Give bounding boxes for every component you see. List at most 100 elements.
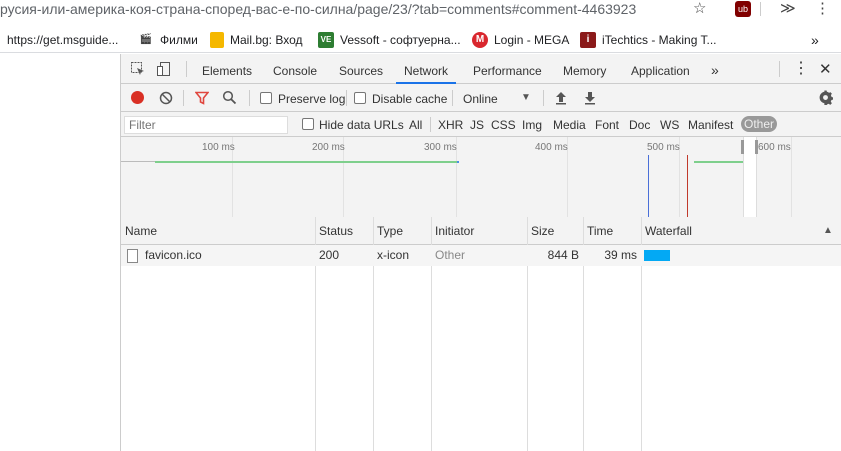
tab-sources[interactable]: Sources <box>339 54 383 84</box>
bookmark-label: https://get.msguide... <box>7 33 119 47</box>
bookmark-label: Login - MEGA <box>494 33 570 47</box>
mailbg-icon <box>210 32 224 48</box>
bookmark-label: Филми <box>160 33 198 47</box>
ublock-icon[interactable]: ub <box>735 1 751 17</box>
column-line <box>315 245 316 451</box>
waterfall-bar[interactable] <box>644 250 670 261</box>
overflow-label: » <box>811 32 819 48</box>
filter-type-doc[interactable]: Doc <box>629 118 650 132</box>
request-name[interactable]: favicon.ico <box>145 245 202 266</box>
mega-icon: M <box>472 32 488 48</box>
filter-icon[interactable] <box>194 91 210 108</box>
filter-input[interactable] <box>124 116 288 134</box>
customize-menu-icon[interactable]: ⋮ <box>793 54 809 84</box>
bookmark-itechtics[interactable]: i iTechtics - Making T... <box>580 31 716 49</box>
column-type[interactable]: Type <box>373 217 403 245</box>
selection-handle-right[interactable] <box>755 140 758 154</box>
bookmark-label: iTechtics - Making T... <box>602 33 717 47</box>
grid-icon: ⁞ <box>0 32 4 48</box>
clear-icon[interactable] <box>159 91 173 108</box>
column-line <box>431 245 432 451</box>
inspect-element-icon[interactable] <box>130 61 146 77</box>
tick-label: 100 ms <box>202 142 235 153</box>
address-bar[interactable]: русия-или-америка-коя-страна-според-вас-… <box>0 0 841 24</box>
export-har-icon[interactable] <box>584 91 596 108</box>
tab-network[interactable]: Network <box>396 54 457 84</box>
tab-application[interactable]: Application <box>631 54 690 84</box>
menu-icon[interactable]: ⋮ <box>815 0 830 18</box>
filter-type-js[interactable]: JS <box>470 118 484 132</box>
filter-type-other[interactable]: Other <box>741 116 778 132</box>
filter-type-img[interactable]: Img <box>522 118 542 132</box>
throttling-select[interactable]: Online <box>463 92 498 106</box>
preserve-log-checkbox[interactable] <box>260 92 272 104</box>
column-status[interactable]: Status <box>315 217 353 245</box>
url-text[interactable]: русия-или-америка-коя-страна-според-вас-… <box>0 0 636 18</box>
requests-table-body: favicon.ico 200 x-icon Other 844 B 39 ms <box>121 245 841 451</box>
import-har-icon[interactable] <box>555 91 567 108</box>
tick-label: 200 ms <box>312 142 345 153</box>
device-toolbar-icon[interactable] <box>156 61 172 77</box>
filter-type-media[interactable]: Media <box>553 118 586 132</box>
overview-line-download-2 <box>694 161 744 163</box>
sort-ascending-icon[interactable]: ▲ <box>819 217 833 245</box>
hide-data-urls-label[interactable]: Hide data URLs <box>319 118 404 132</box>
overview-line-queue <box>121 161 155 162</box>
tab-performance[interactable]: Performance <box>473 54 542 84</box>
hide-data-urls-checkbox[interactable] <box>302 118 314 130</box>
filter-type-all[interactable]: All <box>409 118 422 132</box>
close-devtools-icon[interactable]: ✕ <box>819 54 832 84</box>
star-icon[interactable]: ☆ <box>693 0 706 18</box>
bookmarks-bar: ⁞ https://get.msguide... 🎬 Филми Mail.bg… <box>0 27 841 53</box>
bookmark-msguide[interactable]: ⁞ https://get.msguide... <box>0 31 118 49</box>
column-time[interactable]: Time <box>583 217 613 245</box>
disable-cache-label[interactable]: Disable cache <box>372 92 447 106</box>
disable-cache-checkbox[interactable] <box>354 92 366 104</box>
column-initiator[interactable]: Initiator <box>431 217 474 245</box>
bookmark-label: Mail.bg: Вход <box>230 33 303 47</box>
table-row[interactable]: favicon.ico 200 x-icon Other 844 B 39 ms <box>121 245 841 266</box>
tab-elements[interactable]: Elements <box>202 54 252 84</box>
tab-separator <box>779 61 780 77</box>
chevron-down-icon[interactable]: ▼ <box>521 91 531 105</box>
request-size: 844 B <box>547 248 579 262</box>
network-overview[interactable]: 100 ms 200 ms 300 ms 400 ms 500 ms 600 m… <box>121 137 841 217</box>
settings-gear-icon[interactable] <box>818 90 833 108</box>
toolbar-divider <box>760 2 761 16</box>
request-initiator: Other <box>435 248 466 262</box>
preserve-log-label[interactable]: Preserve log <box>278 92 345 106</box>
extension-chevron-icon[interactable]: ≫ <box>780 0 796 18</box>
tab-memory[interactable]: Memory <box>563 54 606 84</box>
filter-type-font[interactable]: Font <box>595 118 619 132</box>
bookmark-vessoft[interactable]: VE Vessoft - софтуерна... <box>318 31 461 49</box>
record-icon[interactable] <box>131 91 144 104</box>
search-icon[interactable] <box>222 90 237 108</box>
filter-type-css[interactable]: CSS <box>491 118 516 132</box>
column-waterfall[interactable]: Waterfall <box>641 217 692 245</box>
column-line <box>641 245 642 451</box>
filter-bar: Hide data URLs All XHR JS CSS Img Media … <box>121 112 841 137</box>
bookmark-mega[interactable]: M Login - MEGA <box>472 31 569 49</box>
bookmark-mailbg[interactable]: Mail.bg: Вход <box>210 31 303 49</box>
filter-type-manifest[interactable]: Manifest <box>688 118 733 132</box>
toolbar-separator <box>452 90 453 106</box>
request-time: 39 ms <box>604 248 637 262</box>
filter-type-xhr[interactable]: XHR <box>438 118 463 132</box>
dom-content-loaded-marker <box>648 155 649 217</box>
column-line <box>373 245 374 451</box>
overview-line-blue <box>457 161 459 163</box>
column-size[interactable]: Size <box>527 217 554 245</box>
column-name[interactable]: Name <box>121 217 157 245</box>
filter-type-ws[interactable]: WS <box>660 118 679 132</box>
network-toolbar: Preserve log Disable cache Online ▼ <box>121 84 841 112</box>
request-type: x-icon <box>377 248 410 262</box>
toolbar-separator <box>543 90 544 106</box>
column-line <box>527 245 528 451</box>
tick-label: 600 ms <box>758 142 791 153</box>
bookmark-filmi[interactable]: 🎬 Филми <box>138 31 198 49</box>
selection-handle-left[interactable] <box>741 140 744 154</box>
more-tabs-button[interactable]: » <box>711 54 719 84</box>
bookmarks-overflow-button[interactable]: » <box>811 31 819 49</box>
bookmark-label: Vessoft - софтуерна... <box>340 33 461 47</box>
tab-console[interactable]: Console <box>273 54 317 84</box>
